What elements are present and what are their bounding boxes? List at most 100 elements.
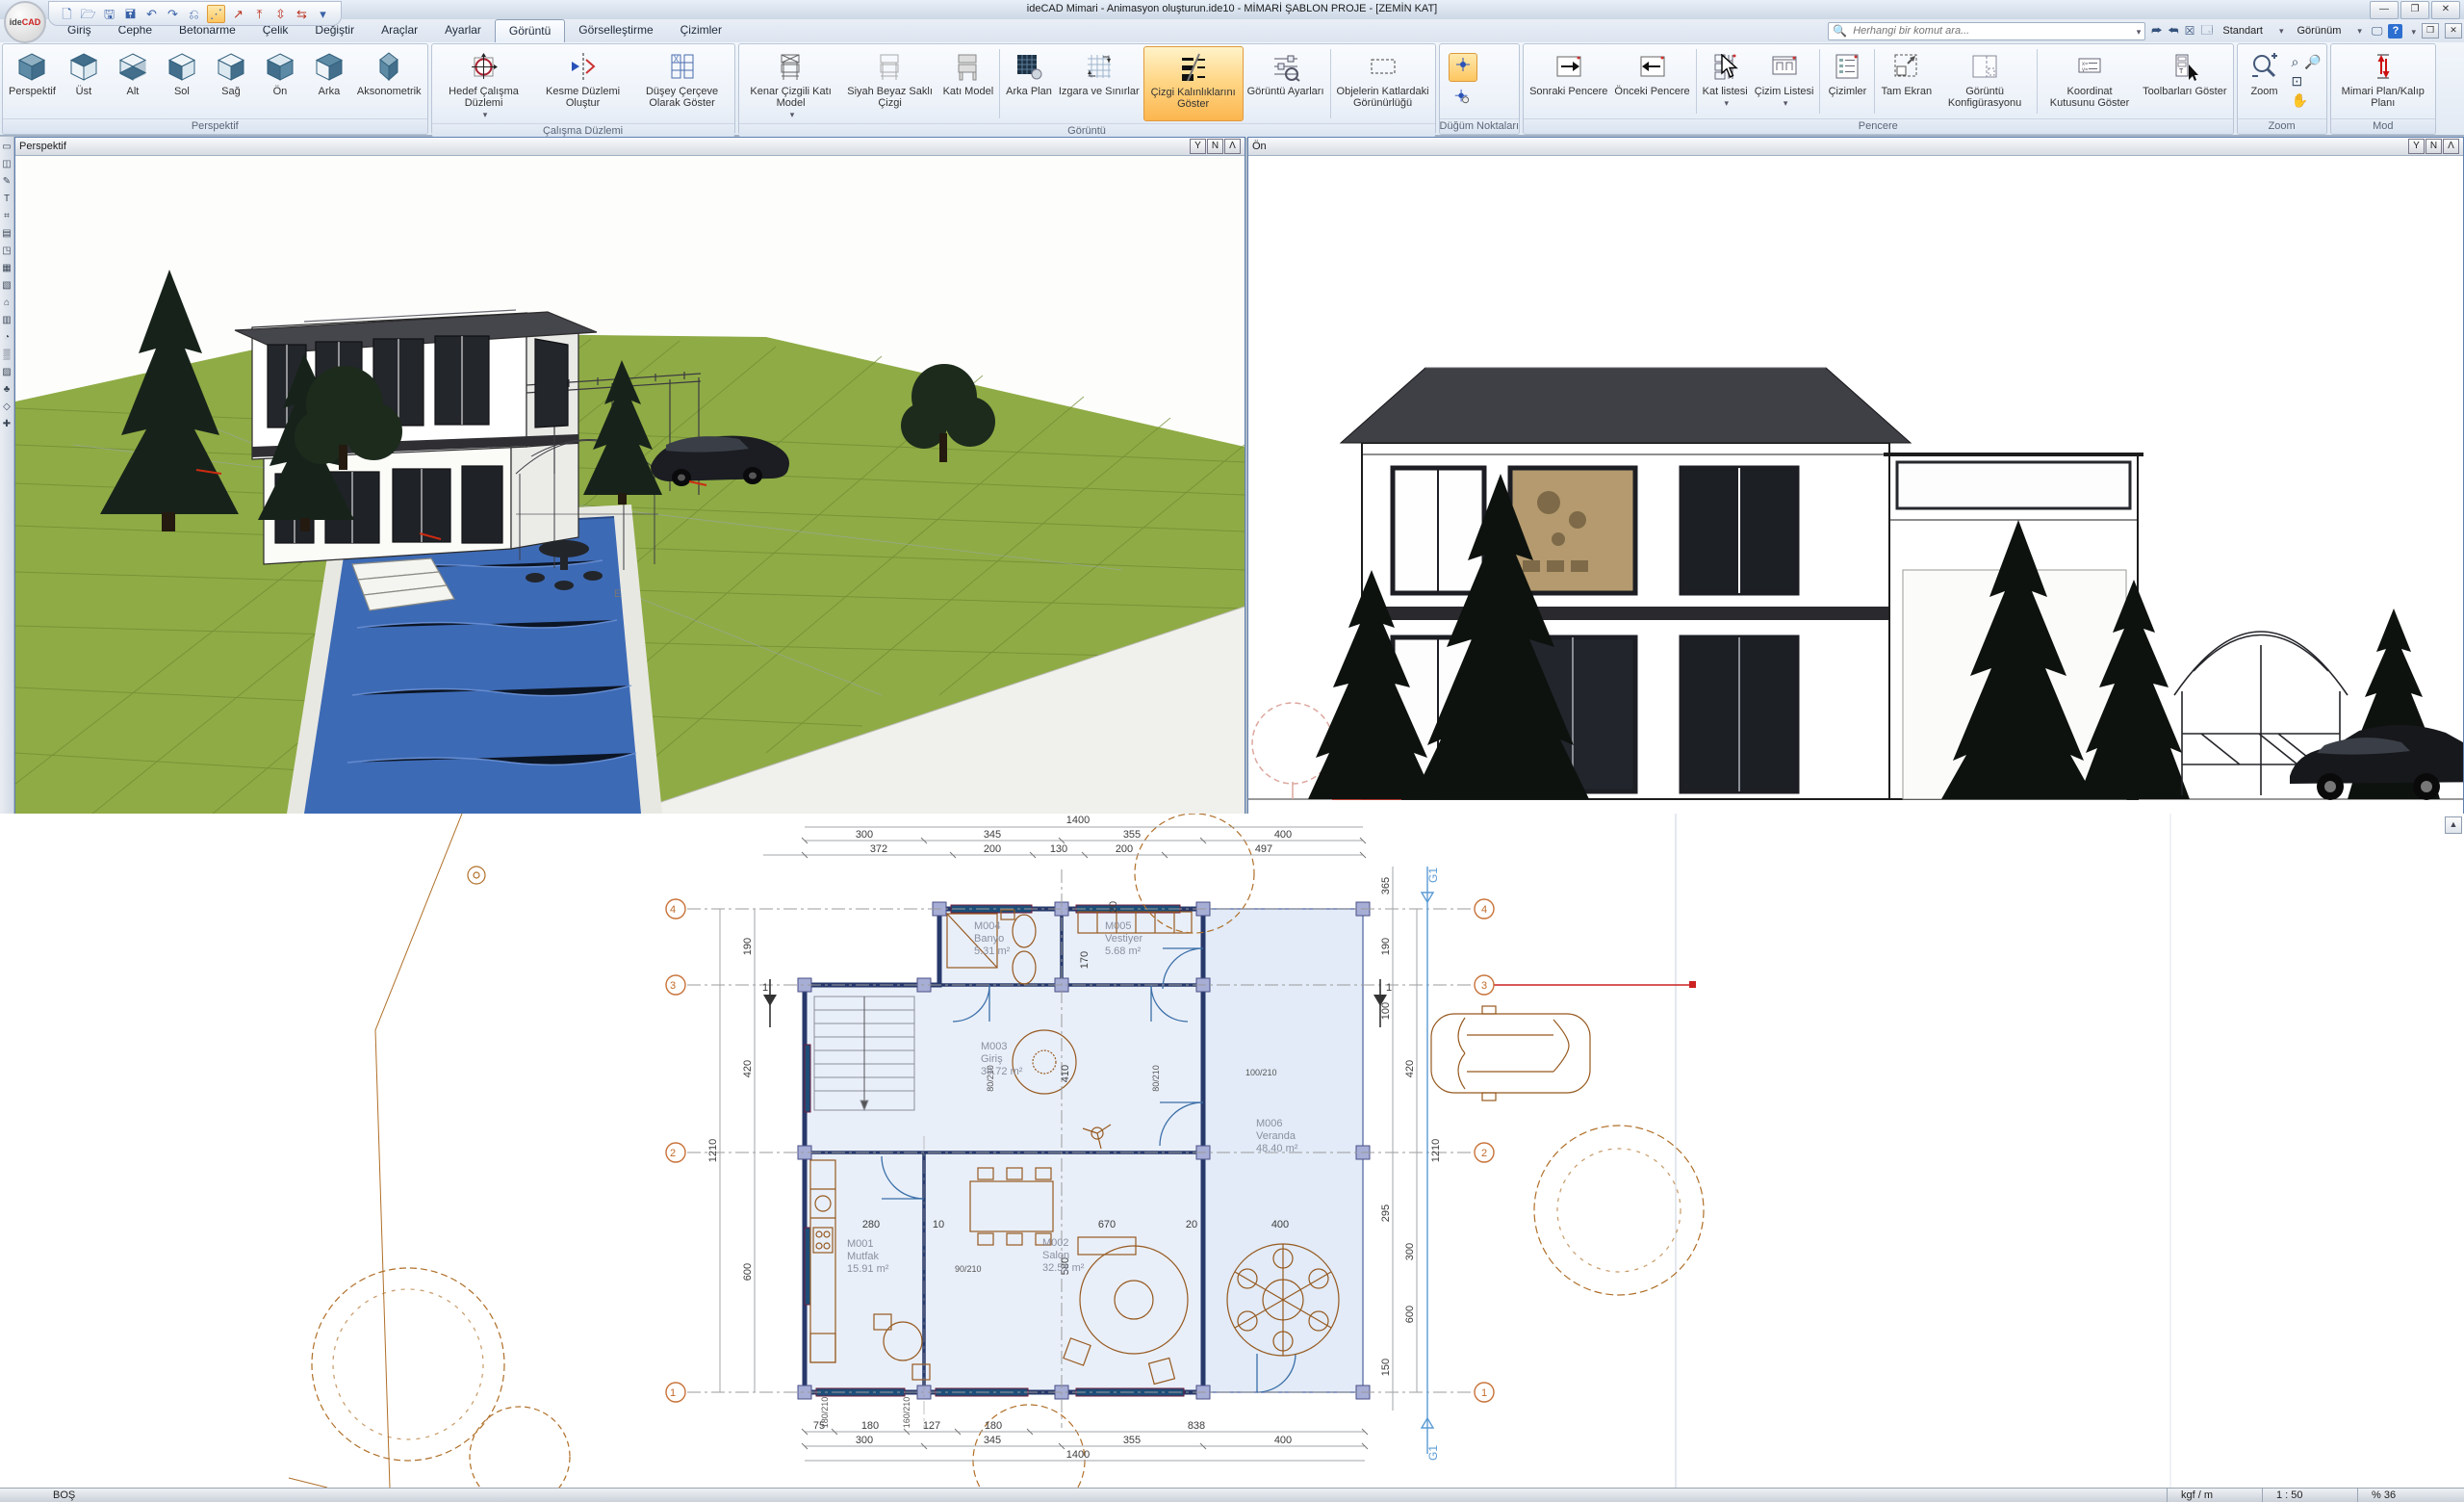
btn-kesme-duzlemi[interactable]: Kesme Düzlemi Oluştur — [534, 46, 632, 121]
perspective-viewport-titlebar[interactable]: Perspektif Y N Λ — [15, 138, 1245, 156]
btn-onceki-pencere[interactable]: Önceki Pencere — [1611, 46, 1692, 117]
btn-perspektif[interactable]: Perspektif — [6, 46, 59, 117]
plan-viewport[interactable]: 4 3 2 1 4 3 2 1 1 1 — [0, 814, 2464, 1488]
btn-koordinat-kutusu[interactable]: x=y= Koordinat Kutusunu Göster — [2040, 46, 2139, 117]
node-points-secondary-button[interactable] — [1449, 84, 1476, 111]
viewport-minimize-button[interactable]: Y — [1190, 139, 1206, 154]
node-points-button[interactable] — [1449, 53, 1477, 82]
btn-arka-plan[interactable]: Arka Plan — [1003, 46, 1055, 121]
btn-cizgi-kalinliklari[interactable]: Çizgi Kalınlıklarını Göster — [1143, 46, 1244, 121]
viewport-restore-button[interactable]: N — [2426, 139, 2442, 154]
measure-icon[interactable]: ↗ — [230, 6, 246, 22]
btn-kati-model[interactable]: Katı Model — [940, 46, 997, 121]
btn-objelerin-gorunurlugu[interactable]: Objelerin Katlardaki Görünürlüğü — [1334, 46, 1432, 121]
dropdown-arrow-icon[interactable] — [787, 109, 795, 120]
checkbox-icon[interactable]: ☒ — [2185, 24, 2195, 38]
layer-next-icon[interactable]: ⮫ — [2151, 24, 2162, 39]
left-tool-icon[interactable]: ✎ — [1, 175, 13, 188]
idecad-logo[interactable]: ideCAD — [4, 1, 46, 43]
btn-toolbarlari-goster[interactable]: T Toolbarları Göster — [2140, 46, 2229, 117]
perspective-viewport[interactable]: Perspektif Y N Λ — [14, 137, 1245, 814]
left-tool-icon[interactable]: ◳ — [1, 245, 13, 257]
monitor-icon[interactable]: 🖵 — [2372, 24, 2383, 39]
btn-ust[interactable]: Üst — [60, 46, 108, 117]
btn-cizim-listesi[interactable]: Çizim Listesi — [1752, 46, 1817, 117]
minimize-button[interactable]: — — [2370, 1, 2399, 19]
polyline-tool-icon[interactable]: ⋰ — [207, 5, 225, 23]
btn-on[interactable]: Ön — [256, 46, 304, 117]
view-menu[interactable]: Görünüm — [2294, 24, 2366, 38]
btn-sol[interactable]: Sol — [158, 46, 206, 117]
front-viewport[interactable]: Ön Y N Λ — [1247, 137, 2464, 814]
left-tool-icon[interactable]: ▭ — [1, 141, 13, 153]
zoom-window-icon[interactable]: ⌕ — [2292, 54, 2299, 70]
menu-ayarlar[interactable]: Ayarlar — [431, 19, 495, 42]
search-dropdown-icon[interactable] — [2134, 24, 2142, 38]
left-tool-icon[interactable]: ◫ — [1, 158, 13, 170]
left-tool-icon[interactable]: ▨ — [1, 366, 13, 378]
left-tool-icon[interactable]: ▦ — [1, 262, 13, 274]
btn-izgara-sinirlar[interactable]: Izgara ve Sınırlar — [1056, 46, 1142, 121]
left-tool-icon[interactable]: ◇ — [1, 401, 13, 413]
dropdown-arrow-icon[interactable] — [1721, 97, 1729, 109]
dropdown-arrow-icon[interactable] — [480, 109, 488, 120]
btn-goruntu-konfigurasyonu[interactable]: Görüntü Konfigürasyonu — [1936, 46, 2034, 117]
scroll-up-icon[interactable]: ▲ — [2445, 816, 2462, 834]
redo-icon[interactable]: ↷ — [165, 6, 181, 22]
status-zoom[interactable]: % 36 — [2357, 1489, 2452, 1502]
status-scale[interactable]: 1 : 50 — [2262, 1489, 2357, 1502]
left-tool-icon[interactable]: ▥ — [1, 314, 13, 326]
maximize-button[interactable]: ❐ — [2400, 1, 2429, 19]
dimension-horizontal-icon[interactable]: ⇆ — [294, 6, 310, 22]
btn-sag[interactable]: Sağ — [207, 46, 255, 117]
mdi-close-button[interactable]: ✕ — [2445, 23, 2462, 39]
help-dropdown-icon[interactable] — [2408, 24, 2416, 38]
btn-kenar-cizgili-kati-model[interactable]: Kenar Çizgili Katı Model — [742, 46, 840, 121]
btn-alt[interactable]: Alt — [109, 46, 157, 117]
btn-tam-ekran[interactable]: Tam Ekran — [1878, 46, 1935, 117]
close-button[interactable]: ✕ — [2431, 1, 2460, 19]
command-search[interactable]: 🔍 — [1828, 22, 2145, 40]
menu-goruntu[interactable]: Görüntü — [495, 19, 565, 43]
mdi-restore-button[interactable]: ❐ — [2422, 23, 2439, 39]
btn-zoom[interactable]: Zoom — [2241, 46, 2289, 117]
layer-prev-icon[interactable]: ⮪ — [2168, 24, 2178, 39]
pan-icon[interactable]: ✋ — [2292, 92, 2308, 109]
btn-arka[interactable]: Arka — [305, 46, 353, 117]
btn-dusey-cerceve[interactable]: Düşey Çerçeve Olarak Göster — [633, 46, 732, 121]
btn-goruntu-ayarlari[interactable]: Görüntü Ayarları — [1245, 46, 1327, 121]
profile-combo[interactable]: Standart — [2219, 24, 2287, 38]
dimension-icon[interactable]: ⤒ — [251, 6, 268, 22]
front-viewport-titlebar[interactable]: Ön Y N Λ — [1248, 138, 2463, 156]
undo-view-icon[interactable]: ⎌ — [186, 6, 202, 22]
left-tool-icon[interactable]: ⌂ — [1, 297, 13, 309]
left-tool-icon[interactable]: ▤ — [1, 227, 13, 240]
left-tool-icon[interactable]: ▧ — [1, 279, 13, 292]
zoom-extents-icon[interactable]: 🔎 — [2304, 54, 2321, 70]
dimension-vertical-icon[interactable]: ⇳ — [272, 6, 289, 22]
left-tool-icon[interactable]: ▒ — [1, 349, 13, 361]
window-small-icon[interactable]: 🗔 — [2200, 21, 2213, 41]
save-all-icon[interactable]: 🖬 — [122, 6, 139, 22]
help-icon[interactable]: ? — [2388, 24, 2402, 39]
btn-siyah-beyaz-sakli-cizgi[interactable]: Siyah Beyaz Saklı Çizgi — [841, 46, 939, 121]
menu-cizimler[interactable]: Çizimler — [667, 19, 735, 42]
left-tool-icon[interactable]: ✚ — [1, 418, 13, 430]
new-file-icon[interactable]: 🗋 — [59, 6, 75, 22]
left-tool-icon[interactable]: T — [1, 193, 13, 205]
save-icon[interactable]: 🖫 — [101, 6, 117, 22]
status-units[interactable]: kgf / m — [2167, 1489, 2262, 1502]
btn-cizimler[interactable]: Çizimler — [1823, 46, 1871, 117]
open-file-icon[interactable]: 🗁 — [80, 6, 96, 22]
viewport-restore-button[interactable]: N — [1207, 139, 1223, 154]
viewport-minimize-button[interactable]: Y — [2408, 139, 2425, 154]
dropdown-arrow-icon[interactable] — [1781, 97, 1788, 109]
btn-hedef-calisma-duzlemi[interactable]: Hedef Çalışma Düzlemi — [435, 46, 533, 121]
qat-overflow-icon[interactable]: ▾ — [315, 6, 331, 22]
menu-gorsellestirme[interactable]: Görselleştirme — [565, 19, 666, 42]
left-tool-icon[interactable]: ◔ — [1, 331, 13, 344]
viewport-maximize-button[interactable]: Λ — [2443, 139, 2459, 154]
zoom-selected-icon[interactable]: ⊡ — [2292, 73, 2303, 90]
menu-araclar[interactable]: Araçlar — [368, 19, 431, 42]
btn-mimari-plan-kalip-plani[interactable]: Mimari Plan/Kalıp Planı — [2334, 46, 2432, 117]
